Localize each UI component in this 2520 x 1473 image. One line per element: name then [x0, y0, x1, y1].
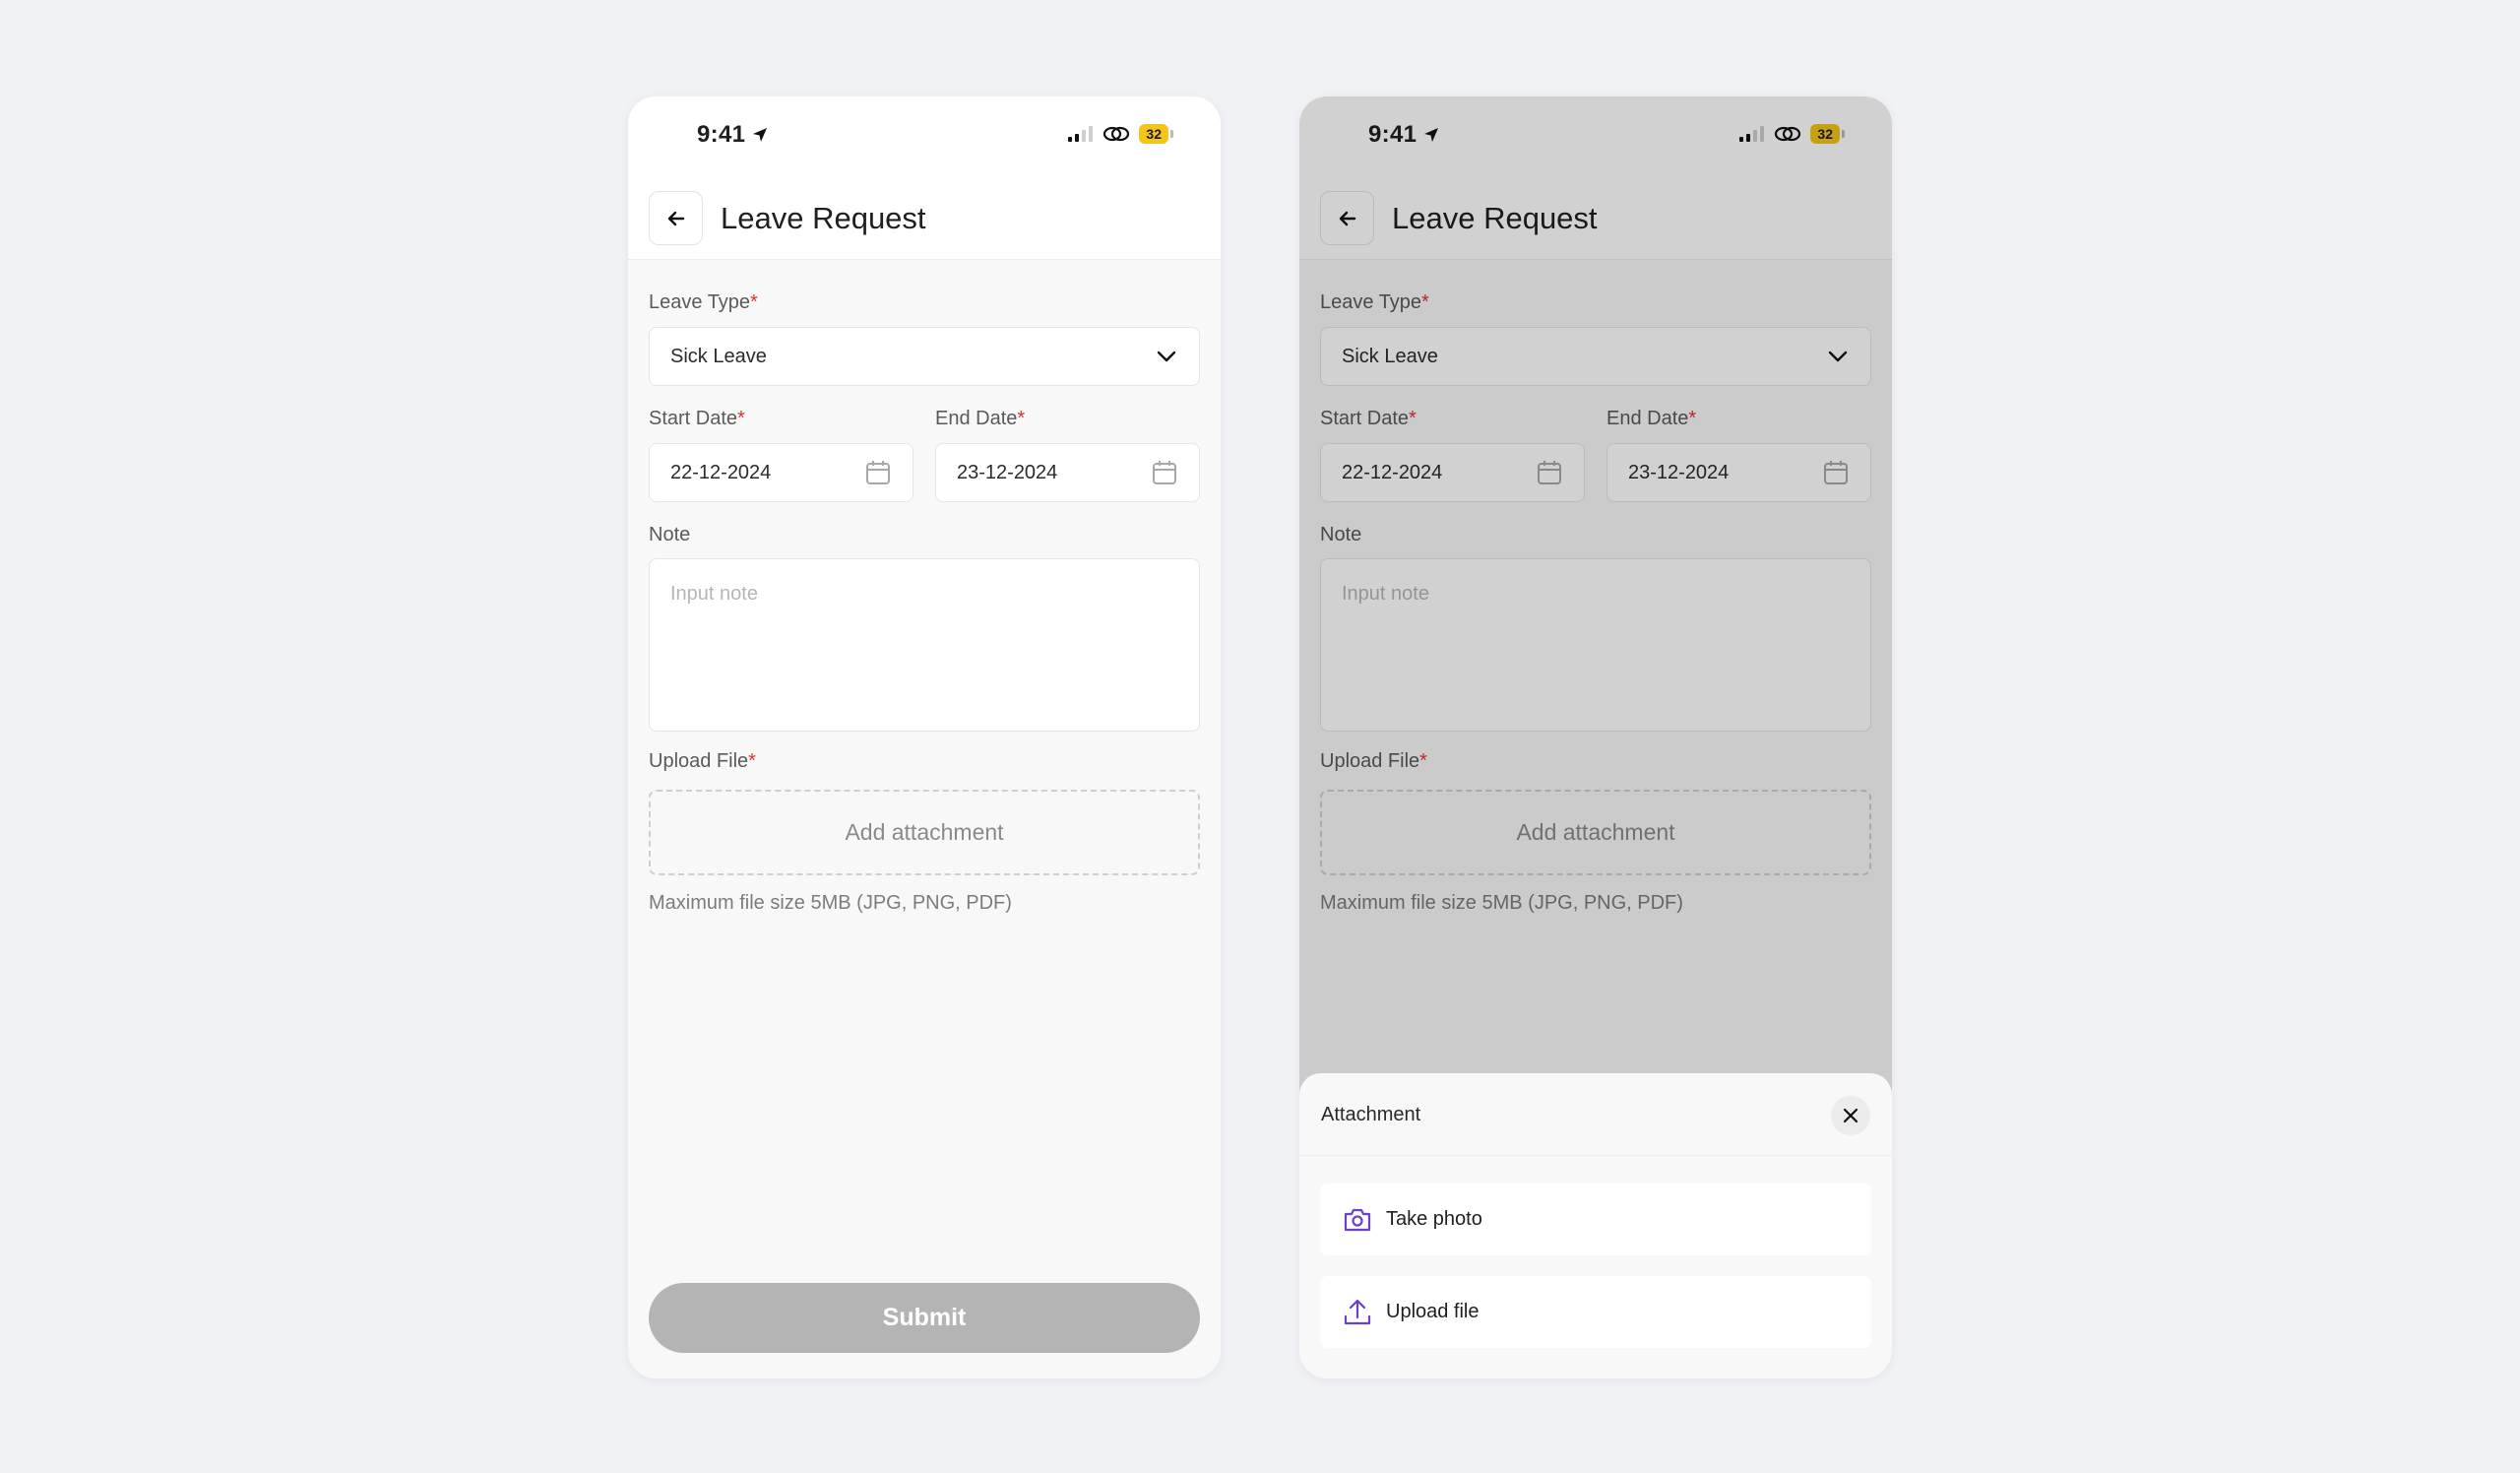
upload-file-label-text: Upload File [649, 750, 749, 772]
location-arrow-icon [753, 128, 768, 142]
required-mark: * [737, 408, 745, 429]
required-mark: * [748, 750, 756, 772]
camera-icon [1344, 1208, 1371, 1231]
leave-type-select[interactable]: Sick Leave [649, 327, 1200, 386]
upload-file-label: Upload file [1386, 1301, 1480, 1322]
page-header: Leave Request [628, 177, 1221, 260]
battery-level: 32 [1139, 124, 1168, 144]
start-date-value: 22-12-2024 [670, 461, 772, 483]
phone-screen-form: 9:41 32 Leave Request Leave Type* Sick L… [628, 96, 1221, 1378]
end-date-value: 23-12-2024 [957, 461, 1058, 483]
add-attachment-button[interactable]: Add attachment [649, 790, 1200, 875]
back-button[interactable] [649, 191, 703, 245]
attachment-bottom-sheet: Attachment Take photo Upload file [1299, 1073, 1892, 1378]
close-icon [1843, 1108, 1858, 1123]
status-time-text: 9:41 [697, 121, 746, 148]
close-button[interactable] [1831, 1096, 1870, 1135]
take-photo-option[interactable]: Take photo [1320, 1184, 1871, 1255]
sheet-header: Attachment [1299, 1073, 1892, 1156]
leave-type-value: Sick Leave [670, 345, 767, 367]
signal-icon [1068, 126, 1094, 142]
upload-file-label: Upload File* [649, 750, 756, 773]
page-title: Leave Request [721, 201, 926, 235]
status-bar: 9:41 32 [628, 96, 1221, 177]
link-icon [1103, 126, 1130, 142]
submit-button[interactable]: Submit [649, 1283, 1200, 1353]
start-date-field[interactable]: 22-12-2024 [649, 443, 914, 502]
end-date-label: End Date* [935, 408, 1025, 430]
end-date-field[interactable]: 23-12-2024 [935, 443, 1200, 502]
calendar-icon [1152, 460, 1177, 485]
calendar-icon [865, 460, 891, 485]
required-mark: * [1017, 408, 1026, 429]
upload-icon [1344, 1299, 1371, 1324]
end-date-label-text: End Date [935, 408, 1018, 429]
required-mark: * [750, 291, 758, 313]
leave-type-label-text: Leave Type [649, 291, 751, 313]
arrow-left-icon [667, 211, 684, 225]
start-date-label: Start Date* [649, 408, 745, 430]
status-time: 9:41 [697, 121, 769, 149]
status-indicators: 32 [1068, 124, 1173, 144]
sheet-title: Attachment [1321, 1104, 1421, 1125]
upload-file-option[interactable]: Upload file [1320, 1276, 1871, 1348]
leave-type-label: Leave Type* [649, 291, 758, 314]
start-date-label-text: Start Date [649, 408, 738, 429]
phone-screen-attachment-sheet: 9:41 32 Leave Request Leave Type* Sick L… [1299, 96, 1892, 1378]
chevron-down-icon [1156, 350, 1177, 363]
note-label: Note [649, 524, 691, 545]
take-photo-label: Take photo [1386, 1208, 1482, 1230]
battery-cap [1170, 130, 1173, 138]
file-size-hint: Maximum file size 5MB (JPG, PNG, PDF) [649, 892, 1012, 914]
note-textarea[interactable]: Input note [649, 558, 1200, 732]
